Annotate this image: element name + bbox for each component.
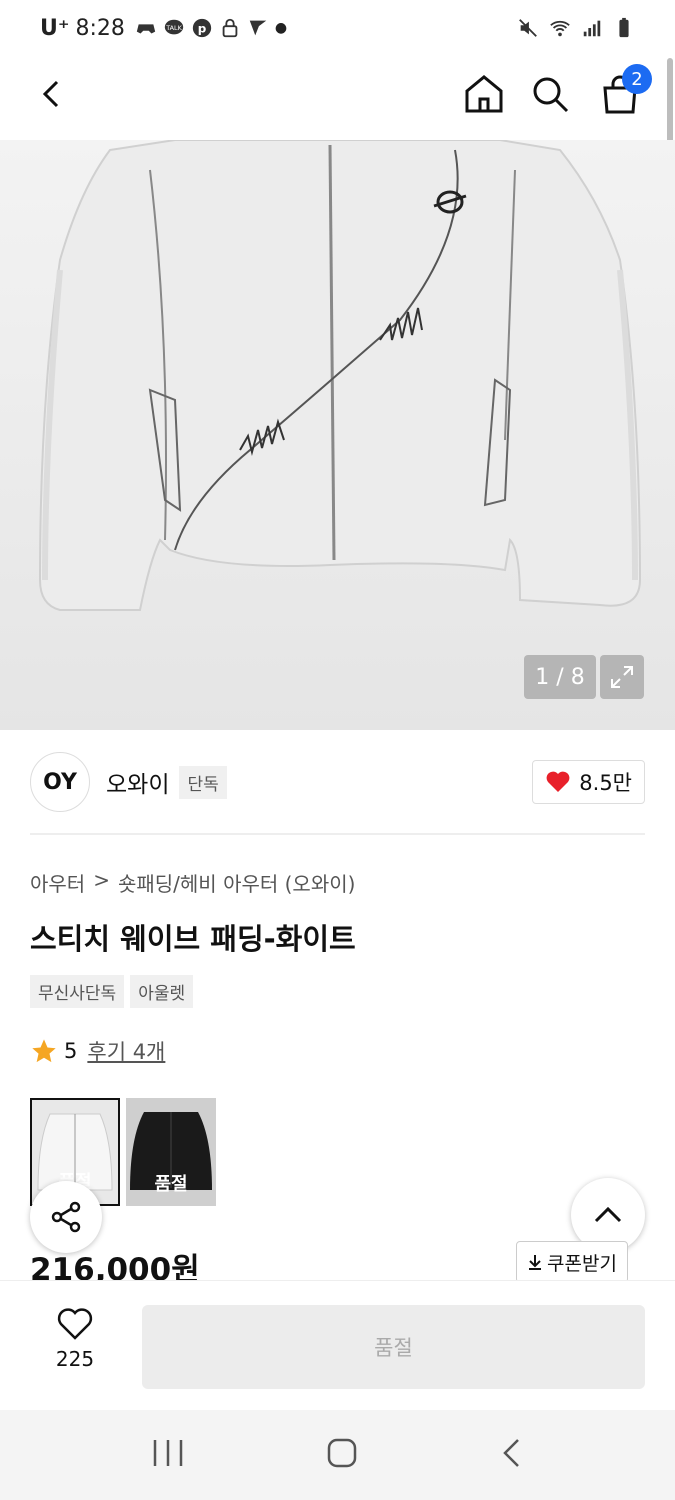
- review-link[interactable]: 후기 4개: [87, 1036, 165, 1066]
- status-bar: U⁺ 8:28 TALK p ●: [0, 0, 675, 56]
- coupon-label: 쿠폰받기: [547, 1252, 617, 1275]
- brand-name[interactable]: 오와이: [106, 765, 169, 799]
- product-tag: 무신사단독: [30, 975, 125, 1008]
- heart-outline-icon: [57, 1308, 93, 1340]
- recent-apps-icon: [153, 1440, 183, 1466]
- carrier-label: U⁺: [40, 15, 70, 41]
- wishlist-count: 225: [55, 1347, 95, 1371]
- purchase-bar: 225 품절: [0, 1280, 675, 1410]
- home-icon: [465, 75, 503, 113]
- breadcrumb: 아우터 > 숏패딩/헤비 아우터 (오와이): [30, 868, 355, 897]
- product-tag: 아울렛: [130, 975, 194, 1008]
- lock-icon: [222, 18, 238, 38]
- color-option-black[interactable]: 품절: [126, 1098, 216, 1206]
- app-notification-icon: [249, 20, 267, 36]
- talk-icon: TALK: [164, 19, 184, 35]
- back-nav-button[interactable]: [500, 1437, 524, 1473]
- app-bar: 2: [0, 56, 675, 136]
- svg-text:TALK: TALK: [165, 24, 182, 32]
- heart-filled-icon: [546, 771, 570, 792]
- search-icon: [533, 77, 569, 113]
- buy-button[interactable]: 품절: [142, 1305, 645, 1389]
- brand-logo[interactable]: OY: [30, 752, 90, 812]
- clock: 8:28: [75, 15, 125, 41]
- share-icon: [51, 1201, 81, 1233]
- breadcrumb-subcategory[interactable]: 숏패딩/헤비 아우터 (오와이): [118, 868, 355, 897]
- breadcrumb-category[interactable]: 아우터: [30, 868, 85, 897]
- chevron-left-icon: [42, 80, 59, 108]
- product-image-carousel[interactable]: [0, 140, 675, 730]
- notification-icons: TALK p ●: [135, 17, 287, 39]
- cart-count-badge: 2: [622, 64, 652, 94]
- pinterest-icon: p: [192, 18, 212, 38]
- home-nav-button[interactable]: [326, 1437, 358, 1473]
- back-nav-icon: [503, 1439, 520, 1467]
- wishlist-button[interactable]: 225: [40, 1307, 110, 1371]
- image-counter: 1 / 8: [524, 655, 596, 699]
- mute-icon: [519, 19, 537, 37]
- rating-score: 5: [64, 1039, 78, 1063]
- brand-row: OY 오와이 단독 8.5만: [30, 750, 645, 814]
- product-title: 스티치 웨이브 패딩-화이트: [30, 922, 356, 956]
- game-controller-icon: [136, 24, 156, 34]
- expand-icon: [611, 666, 633, 688]
- share-button[interactable]: [30, 1181, 102, 1253]
- svg-text:p: p: [198, 22, 207, 36]
- brand-like-count: 8.5만: [579, 771, 632, 795]
- system-nav-bar: [0, 1410, 675, 1500]
- battery-icon: [619, 17, 629, 38]
- home-button[interactable]: [456, 66, 512, 122]
- rating-row: 5 후기 4개: [30, 1036, 165, 1066]
- more-dot-icon: ●: [274, 20, 288, 36]
- signal-icon: [583, 20, 601, 37]
- brand-like-button[interactable]: 8.5만: [532, 760, 645, 804]
- wifi-icon: [550, 20, 570, 37]
- cart-button[interactable]: 2: [592, 64, 652, 122]
- divider: [30, 833, 645, 835]
- back-button[interactable]: [24, 66, 80, 122]
- jacket-image: [38, 140, 642, 611]
- system-icons: [517, 17, 635, 39]
- star-icon: [32, 1039, 56, 1063]
- soldout-label: 품절: [154, 1174, 188, 1195]
- download-icon: [529, 1255, 541, 1270]
- recent-apps-button[interactable]: [151, 1437, 185, 1473]
- product-tags: 무신사단독 아울렛: [30, 975, 194, 1008]
- home-nav-icon: [328, 1438, 357, 1468]
- chevron-up-icon: [594, 1206, 622, 1223]
- coupon-button[interactable]: 쿠폰받기: [516, 1241, 628, 1283]
- expand-image-button[interactable]: [600, 655, 644, 699]
- exclusive-tag: 단독: [179, 765, 227, 799]
- search-button[interactable]: [522, 66, 578, 122]
- breadcrumb-separator: >: [93, 868, 110, 892]
